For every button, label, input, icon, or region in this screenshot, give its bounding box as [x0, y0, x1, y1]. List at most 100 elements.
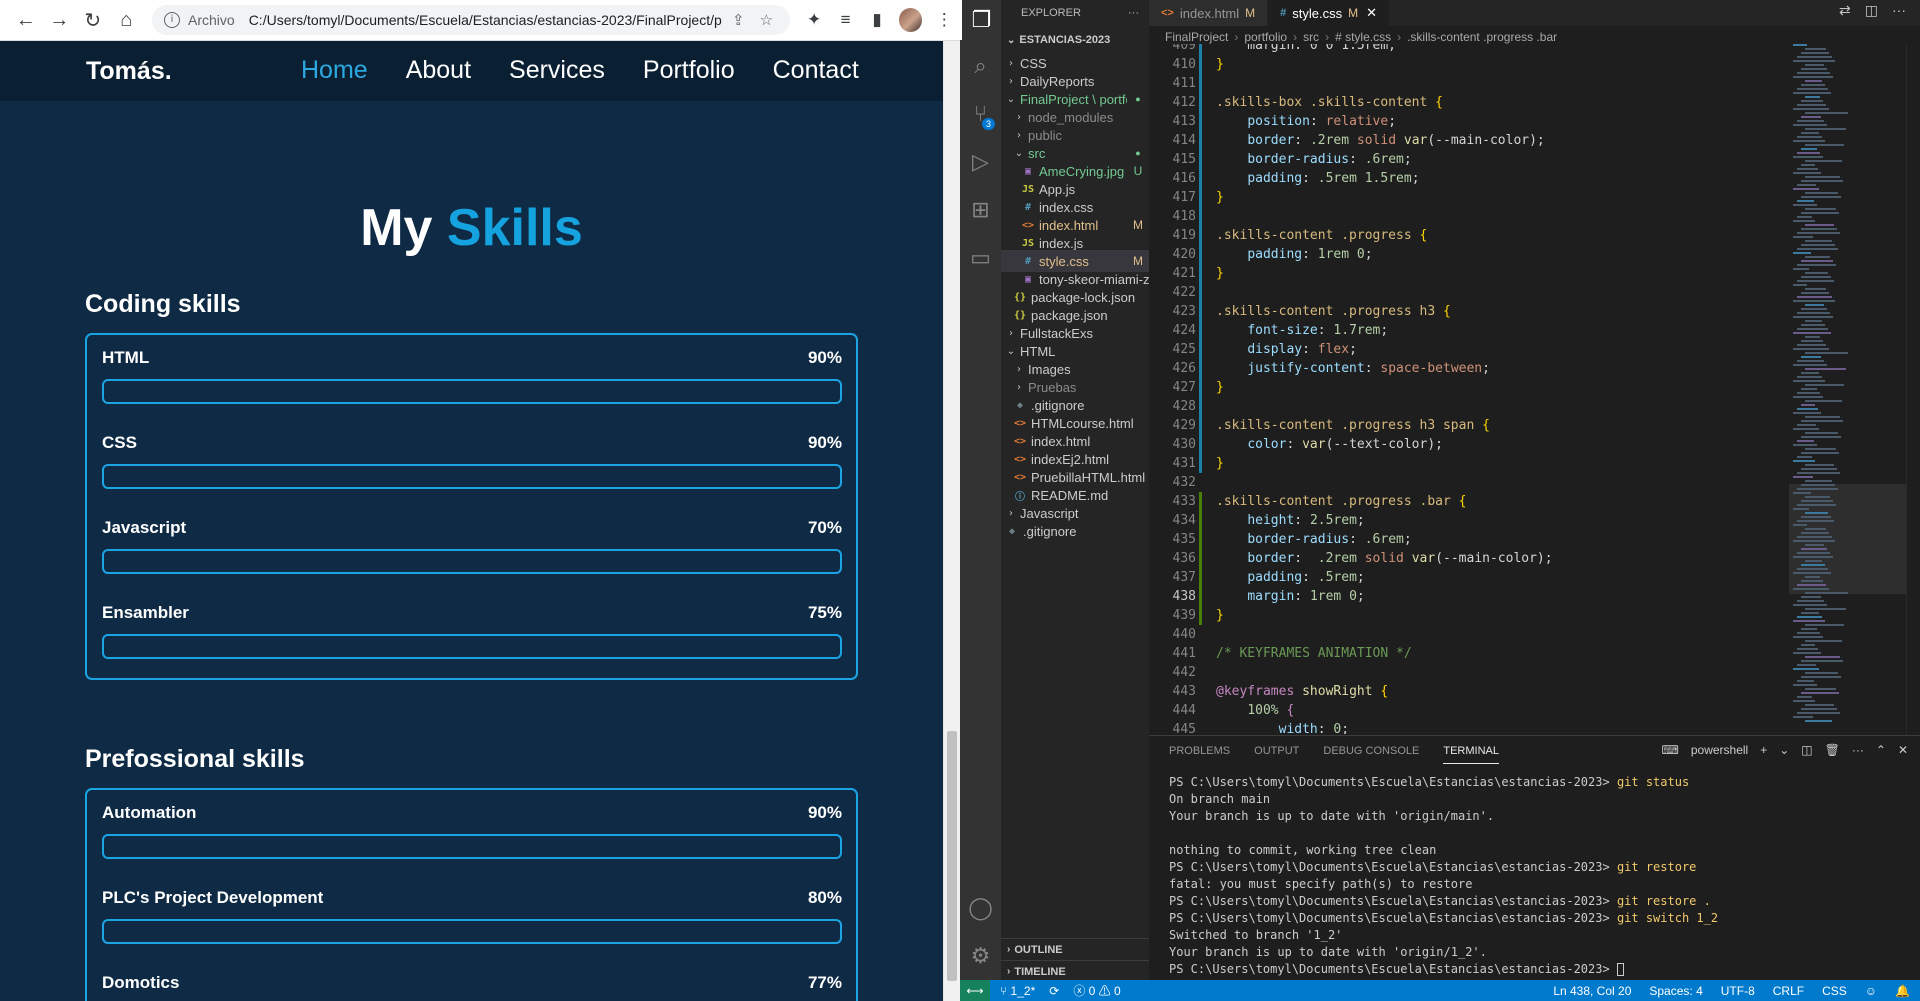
nav-link-services[interactable]: Services — [509, 56, 605, 85]
remote-indicator-icon[interactable]: ⟷ — [960, 980, 990, 1001]
code-token: ; — [1364, 247, 1373, 262]
nav-link-home[interactable]: Home — [301, 56, 368, 85]
profile-avatar[interactable] — [898, 8, 923, 32]
css-file-icon: # — [1280, 7, 1287, 19]
page-scrollbar-thumb[interactable] — [947, 731, 957, 981]
reload-icon[interactable]: ↻ — [77, 4, 109, 36]
back-arrow-icon[interactable]: ← — [10, 4, 42, 36]
cursor-position[interactable]: Ln 438, Col 20 — [1553, 984, 1631, 998]
editor-tab[interactable]: # style.css M ✕ — [1268, 0, 1390, 26]
info-icon[interactable]: i — [164, 12, 180, 28]
line-number: 409 — [1172, 44, 1196, 53]
compare-icon[interactable]: ⇄ — [1839, 2, 1851, 19]
chevron-down-icon[interactable]: ⌄ — [1779, 743, 1789, 757]
code-token: .skills-content .progress h3 — [1216, 304, 1443, 319]
star-icon[interactable]: ☆ — [754, 11, 778, 29]
code-text: } — [1216, 264, 1224, 283]
extensions-icon[interactable]: ⊞ — [960, 190, 1001, 230]
more-actions-icon[interactable]: ··· — [1852, 743, 1864, 757]
kebab-menu-icon[interactable]: ⋮ — [928, 4, 960, 36]
nav-link-about[interactable]: About — [406, 56, 471, 85]
settings-gear-icon[interactable]: ⚙ — [960, 936, 1001, 976]
url-text[interactable]: C:/Users/tomyl/Documents/Escuela/Estanci… — [249, 12, 723, 28]
new-terminal-icon[interactable]: + — [1760, 743, 1767, 757]
tree-item[interactable]: ◆ .gitignore — [1001, 520, 1149, 542]
explorer-icon[interactable]: ❐ — [960, 0, 1001, 40]
timeline-section[interactable]: › TIMELINE — [1001, 960, 1149, 980]
activity-bar: ❐ ⌕ ⑂ 3 ▷ ⊞ ▭ ◯ ⚙ — [960, 0, 1001, 980]
address-bar[interactable]: i Archivo C:/Users/tomyl/Documents/Escue… — [152, 5, 791, 35]
code-token: @keyframes — [1216, 684, 1295, 699]
breadcrumb-item[interactable]: portfolio — [1244, 30, 1287, 44]
trash-icon[interactable]: 🗑 — [1825, 743, 1840, 757]
minimap[interactable] — [1789, 44, 1906, 734]
chevron-right-icon: › — [1017, 111, 1021, 123]
site-logo[interactable]: Tomás. — [86, 57, 172, 86]
panel-tab-problems[interactable]: PROBLEMS — [1169, 745, 1230, 757]
code-token: (--text-color); — [1325, 437, 1443, 452]
maximize-panel-icon[interactable]: ⌃ — [1876, 743, 1886, 757]
chevron-down-icon: ⌄ — [1007, 34, 1016, 46]
outline-section[interactable]: › OUTLINE — [1001, 938, 1149, 960]
terminal-shell-icon[interactable]: ⌨ — [1662, 743, 1679, 757]
tree-item-label: HTMLcourse.html — [1031, 415, 1134, 431]
account-icon[interactable]: ◯ — [960, 888, 1001, 928]
nav-link-contact[interactable]: Contact — [773, 56, 859, 85]
feedback-icon[interactable]: ☺ — [1865, 984, 1877, 998]
side-panel-icon[interactable]: ▮ — [861, 4, 893, 36]
workspace-title[interactable]: ⌄ ESTANCIAS-2023 — [1001, 30, 1149, 50]
panel-tab-output[interactable]: OUTPUT — [1254, 745, 1299, 757]
more-actions-icon[interactable]: ··· — [1892, 2, 1906, 19]
outline-label: OUTLINE — [1014, 943, 1063, 956]
code-token: padding — [1247, 171, 1303, 186]
chevron-right-icon: › — [1293, 30, 1298, 44]
breadcrumb-item[interactable]: src — [1303, 30, 1319, 44]
search-icon[interactable]: ⌕ — [960, 46, 1001, 86]
home-icon[interactable]: ⌂ — [111, 4, 143, 36]
page-scrollbar[interactable] — [943, 41, 960, 1001]
split-editor-icon[interactable]: ◫ — [1865, 2, 1878, 19]
terminal-line: fatal: you must specify path(s) to resto… — [1169, 876, 1909, 893]
skill-header: CSS 90% — [102, 433, 842, 453]
explorer-label: EXPLORER — [1021, 7, 1081, 19]
progress-bar-fill — [104, 381, 766, 402]
language-mode[interactable]: CSS — [1822, 984, 1847, 998]
line-number: 437 — [1172, 570, 1196, 585]
nav-link-portfolio[interactable]: Portfolio — [643, 56, 735, 85]
terminal-output[interactable]: PS C:\Users\tomyl\Documents\Escuela\Esta… — [1169, 774, 1909, 978]
indentation[interactable]: Spaces: 4 — [1649, 984, 1702, 998]
share-icon[interactable]: ⇪ — [726, 11, 750, 29]
remote-explorer-icon[interactable]: ▭ — [960, 238, 1001, 278]
panel-tab-debug-console[interactable]: DEBUG CONSOLE — [1323, 745, 1419, 757]
minimap-line — [1793, 540, 1835, 542]
code-line: 441 /* KEYFRAMES ANIMATION */ — [1149, 644, 1789, 663]
editor-scrollbar[interactable] — [1906, 44, 1920, 734]
problems-indicator[interactable]: ⓧ 0 ⚠ 0 — [1073, 982, 1120, 999]
puzzle-icon[interactable]: ✦ — [798, 4, 830, 36]
code-token: : — [1317, 722, 1334, 734]
media-icon[interactable]: ≡ — [830, 4, 862, 36]
gutter-modified-marker — [1199, 416, 1202, 435]
breadcrumb-item[interactable]: # style.css — [1335, 30, 1391, 44]
notifications-icon[interactable]: 🔔 — [1895, 984, 1910, 998]
run-debug-icon[interactable]: ▷ — [960, 142, 1001, 182]
panel-tab-terminal[interactable]: TERMINAL — [1443, 745, 1499, 764]
source-control-icon[interactable]: ⑂ — [960, 94, 1001, 134]
breadcrumb-item[interactable]: FinalProject — [1165, 30, 1228, 44]
minimap-line — [1801, 452, 1839, 454]
more-actions-icon[interactable]: ··· — [1128, 7, 1139, 19]
close-icon[interactable]: ✕ — [1366, 5, 1377, 21]
code-editor[interactable]: 409 margin: 0 0 1.5rem; 410} 411 412 .skills… — [1149, 44, 1789, 734]
encoding[interactable]: UTF-8 — [1721, 984, 1755, 998]
split-terminal-icon[interactable]: ◫ — [1801, 743, 1812, 757]
sync-icon[interactable]: ⟳ — [1049, 984, 1059, 998]
forward-arrow-icon[interactable]: → — [44, 4, 76, 36]
end-of-line[interactable]: CRLF — [1773, 984, 1804, 998]
image-file-icon: ▣ — [1024, 165, 1032, 177]
shell-label[interactable]: powershell — [1691, 743, 1748, 757]
close-icon[interactable]: ✕ — [1898, 743, 1908, 757]
branch-indicator[interactable]: ⑂ 1_2* — [1000, 984, 1035, 998]
minimap-line — [1793, 284, 1807, 286]
editor-tab[interactable]: <> index.html M — [1149, 0, 1269, 26]
breadcrumb-item[interactable]: .skills-content .progress .bar — [1407, 30, 1557, 44]
